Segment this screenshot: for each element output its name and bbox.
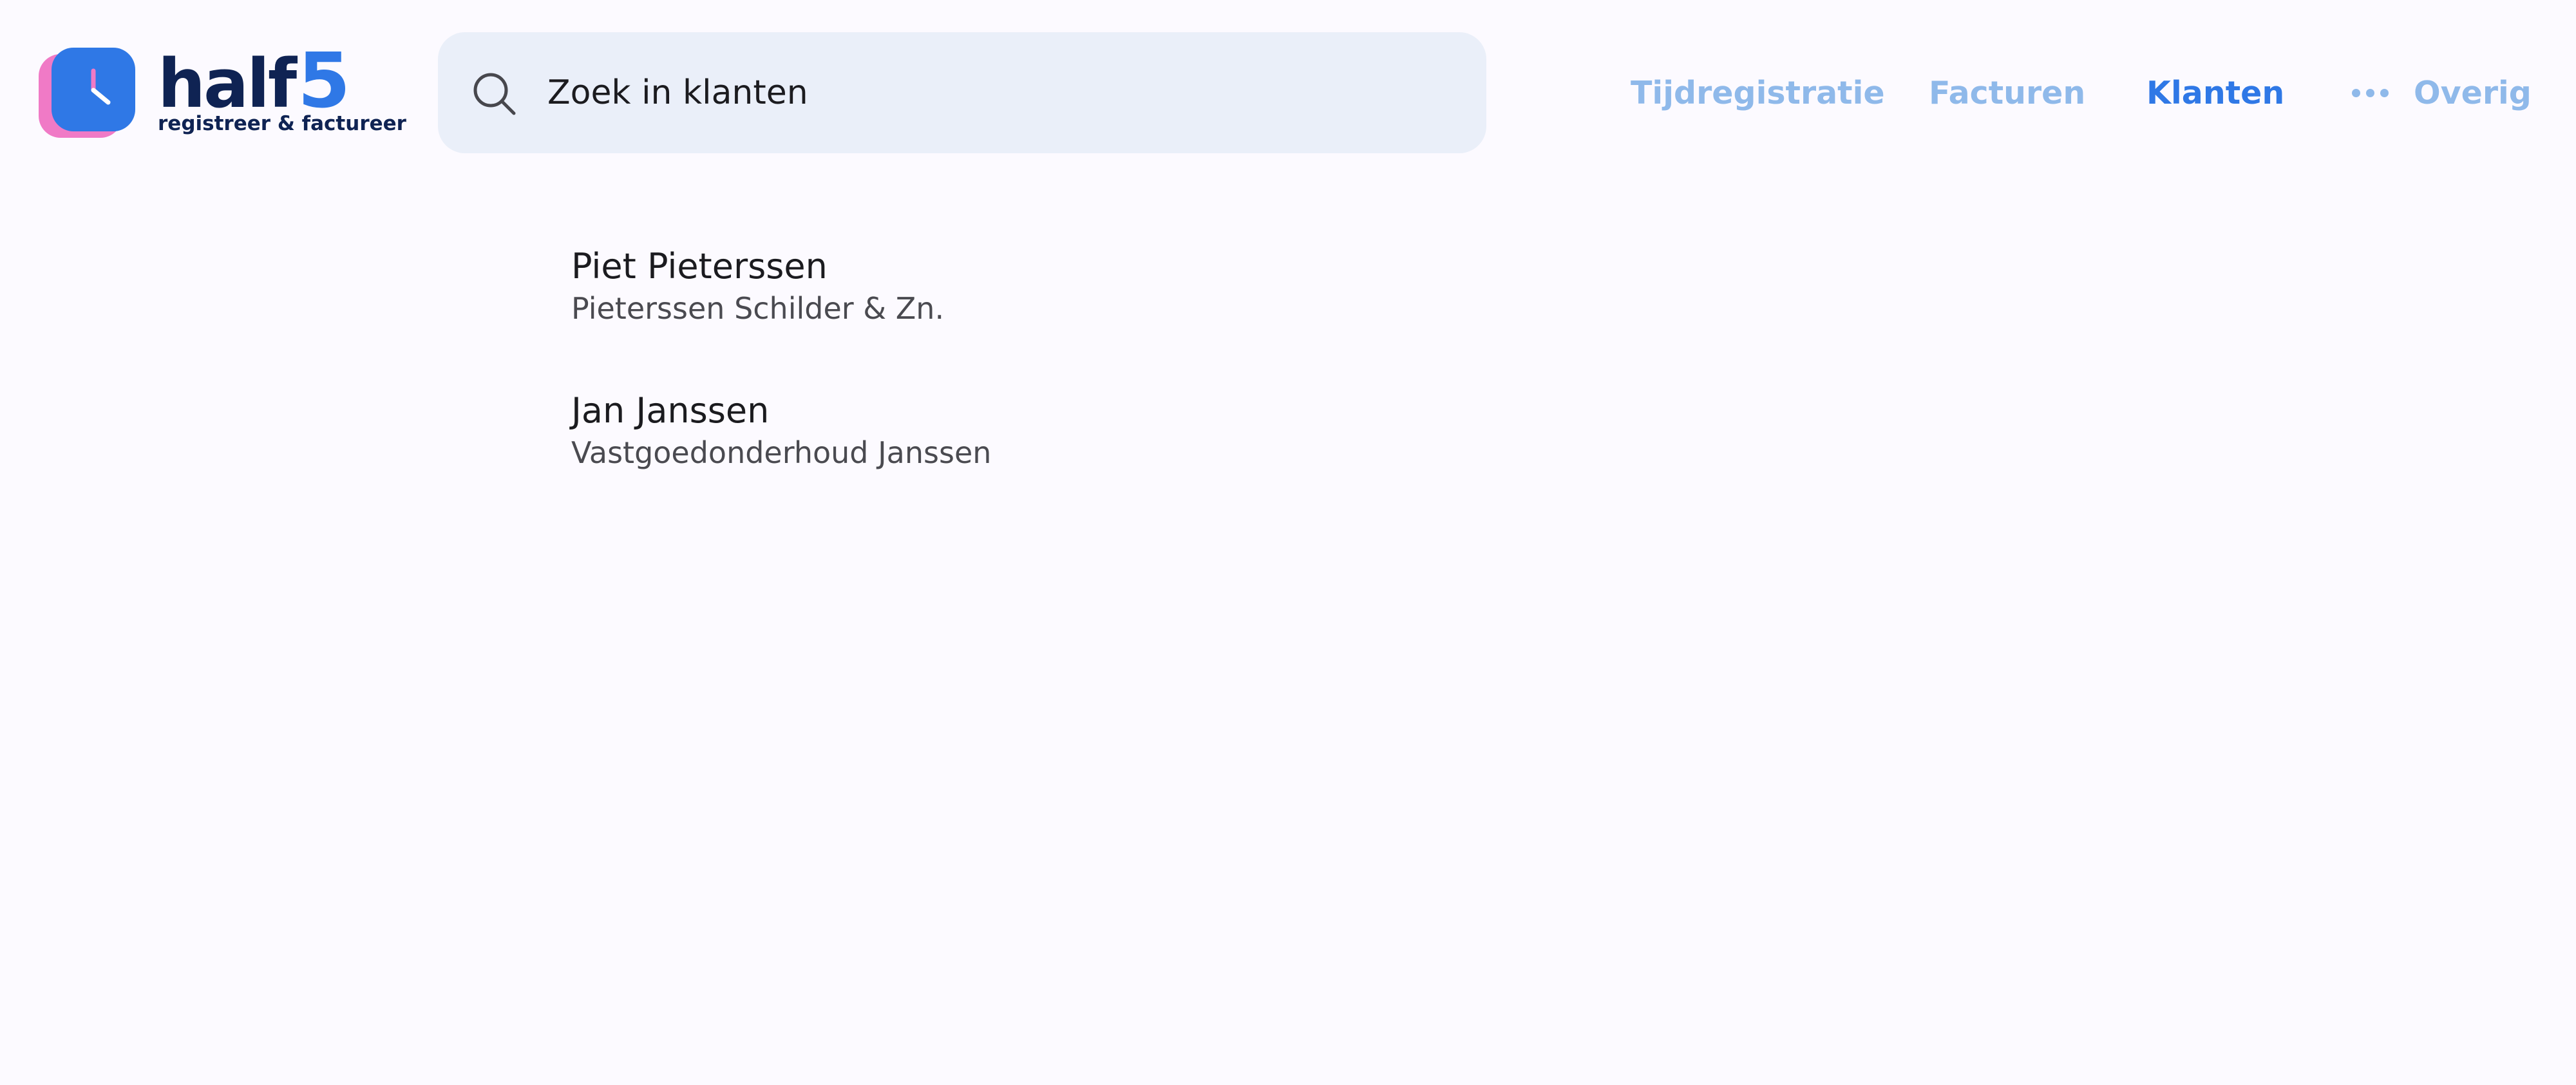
client-list-item[interactable]: Piet Pieterssen Pieterssen Schilder & Zn…: [571, 245, 1473, 389]
search-input[interactable]: [547, 58, 1449, 127]
logo-front-shape: [52, 48, 135, 131]
client-company: Pieterssen Schilder & Zn.: [571, 291, 945, 326]
clock-logo-icon: [39, 45, 135, 142]
nav-overig-label: Overig: [2414, 75, 2532, 111]
app-root: half5 registreer & factureer Tijdregistr…: [0, 0, 2576, 1085]
client-name: Jan Janssen: [571, 390, 770, 431]
client-list: Piet Pieterssen Pieterssen Schilder & Zn…: [571, 245, 1473, 533]
client-list-item[interactable]: Jan Janssen Vastgoedonderhoud Janssen: [571, 389, 1473, 533]
client-name: Piet Pieterssen: [571, 246, 828, 287]
brand-name: half: [158, 44, 297, 123]
top-header: half5 registreer & factureer Tijdregistr…: [0, 0, 2576, 187]
brand-wordmark: half5: [158, 42, 350, 119]
nav-item-facturen[interactable]: Facturen: [1929, 64, 2085, 122]
more-dots-icon: [2352, 89, 2393, 99]
nav-item-klanten[interactable]: Klanten: [2146, 64, 2284, 122]
nav-item-overig[interactable]: Overig: [2352, 64, 2532, 122]
home-logo-link[interactable]: half5 registreer & factureer: [39, 42, 406, 148]
search-bar[interactable]: [438, 32, 1486, 153]
clock-hands-icon: [91, 68, 111, 105]
brand-tagline: registreer & factureer: [158, 112, 406, 135]
main-nav: Tijdregistratie Facturen Klanten Overig: [1631, 64, 2532, 122]
client-company: Vastgoedonderhoud Janssen: [571, 435, 992, 470]
nav-item-tijdregistratie[interactable]: Tijdregistratie: [1631, 64, 1885, 122]
search-icon[interactable]: [470, 70, 518, 117]
